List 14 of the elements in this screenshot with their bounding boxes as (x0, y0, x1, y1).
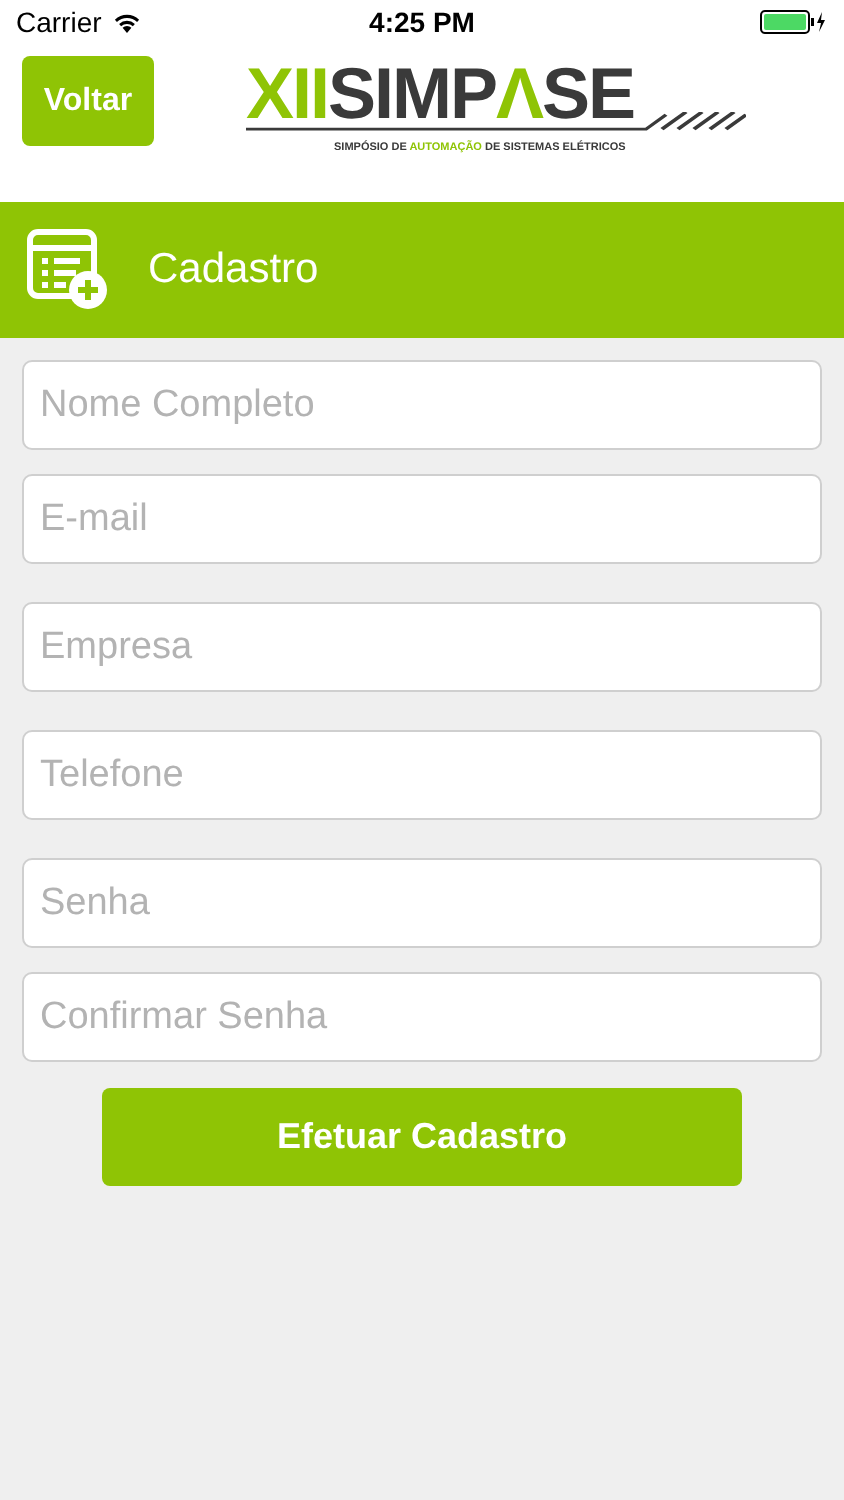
input-field[interactable]: Telefone (22, 730, 822, 820)
input-field[interactable]: Senha (22, 858, 822, 948)
carrier-name: Carrier (16, 6, 102, 38)
input-field[interactable]: Confirmar Senha (22, 972, 822, 1062)
section-title: Cadastro (148, 246, 319, 294)
input-field[interactable]: E-mail (22, 474, 822, 564)
status-time: 4:25 PM (369, 6, 475, 38)
input-field[interactable]: Nome Completo (22, 360, 822, 450)
back-button[interactable]: Voltar (22, 56, 154, 146)
submit-button[interactable]: Efetuar Cadastro (102, 1088, 742, 1186)
form-add-icon (26, 228, 110, 312)
battery-icon (760, 10, 828, 34)
input-field[interactable]: Empresa (22, 602, 822, 692)
wifi-icon (111, 11, 142, 33)
